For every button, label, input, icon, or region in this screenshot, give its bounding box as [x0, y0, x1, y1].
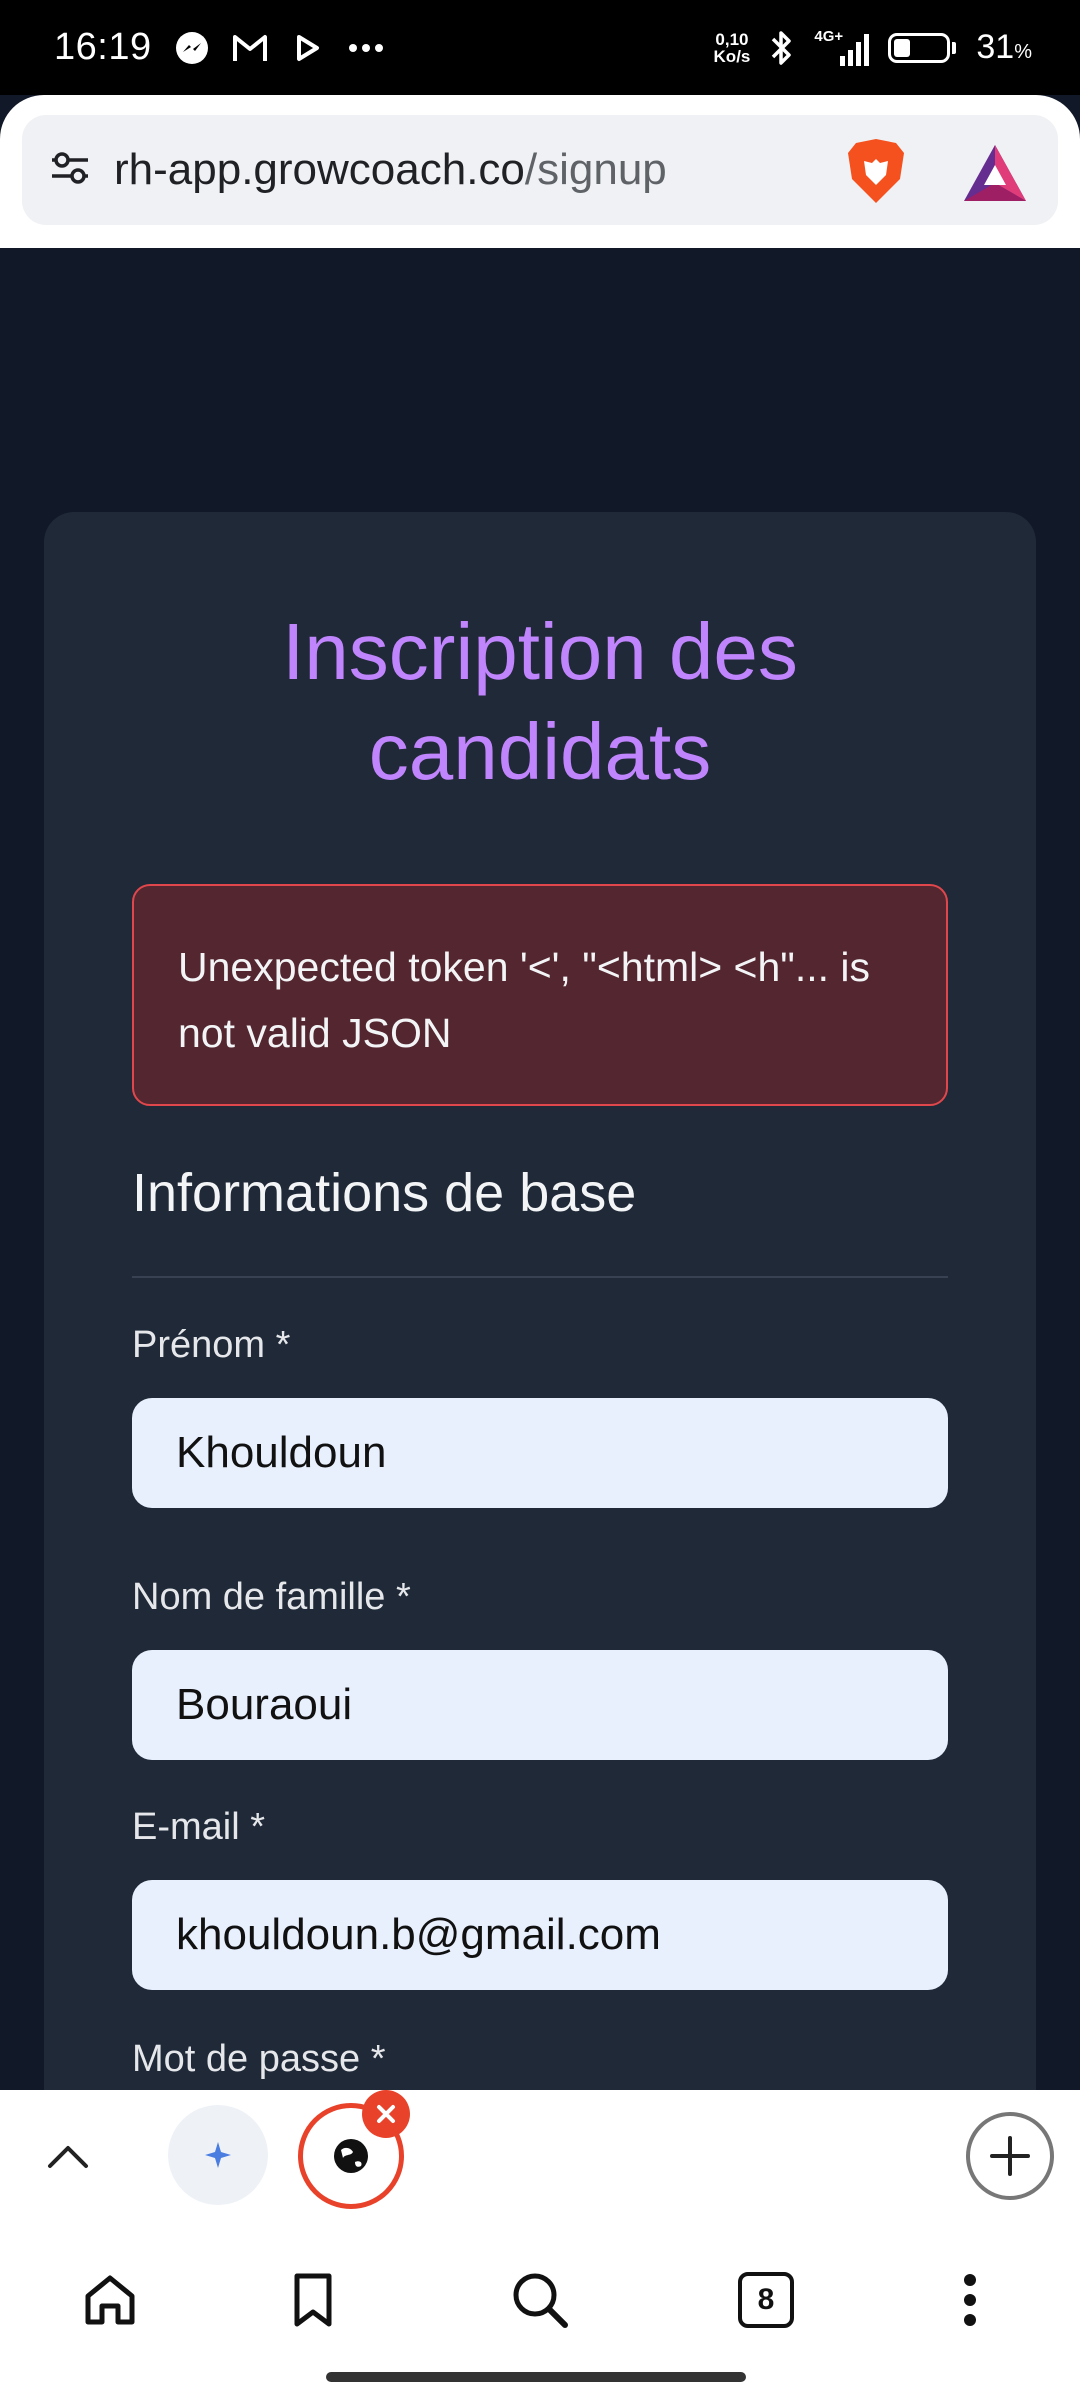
- brave-shields-icon[interactable]: [844, 137, 908, 205]
- address-bar[interactable]: rh-app.growcoach.co/signup: [22, 115, 1058, 225]
- battery-icon: [888, 32, 957, 63]
- messenger-icon: [174, 30, 210, 66]
- error-alert: Unexpected token '<', "<html> <h"... is …: [132, 884, 948, 1106]
- signup-card: Inscription des candidats Unexpected tok…: [44, 512, 1036, 2090]
- url-text[interactable]: rh-app.growcoach.co/signup: [114, 145, 667, 195]
- tab-chip-ai[interactable]: [168, 2105, 268, 2205]
- status-time: 16:19: [54, 26, 152, 68]
- gmail-icon: [232, 30, 268, 66]
- bluetooth-icon: [764, 30, 800, 66]
- browser-toolbar: rh-app.growcoach.co/signup: [0, 95, 1080, 248]
- chevron-up-icon[interactable]: [40, 2130, 96, 2186]
- more-menu-icon[interactable]: [930, 2260, 1010, 2340]
- page-title: Inscription des candidats: [282, 607, 798, 796]
- sparkle-icon: [205, 2142, 231, 2168]
- last-name-label: Nom de famille *: [132, 1576, 411, 1618]
- bottom-toolbar: 8: [0, 2090, 1080, 2400]
- new-tab-button[interactable]: [966, 2112, 1054, 2200]
- more-dots-icon: [348, 30, 384, 66]
- status-bar: 16:19 0,10 Ko/s 4G+ 31%: [0, 0, 1080, 95]
- first-name-input[interactable]: [132, 1398, 948, 1508]
- home-icon[interactable]: [70, 2260, 150, 2340]
- tab-switcher-button[interactable]: 8: [726, 2260, 806, 2340]
- tab-strip: [0, 2090, 1080, 2220]
- email-label: E-mail *: [132, 1806, 266, 1848]
- gesture-bar[interactable]: [326, 2372, 746, 2382]
- bookmark-icon[interactable]: [273, 2260, 353, 2340]
- site-settings-icon[interactable]: [48, 148, 92, 193]
- signal-icon: 4G+: [814, 28, 874, 68]
- password-label: Mot de passe *: [132, 2038, 386, 2080]
- navigation-row: 8: [0, 2260, 1080, 2360]
- bat-rewards-icon[interactable]: [962, 143, 1028, 203]
- close-tab-icon[interactable]: [362, 2090, 410, 2138]
- battery-percent: 31%: [976, 28, 1032, 66]
- section-divider: [132, 1276, 948, 1278]
- section-title: Informations de base: [132, 1163, 637, 1223]
- first-name-label: Prénom *: [132, 1324, 291, 1366]
- play-icon: [290, 30, 326, 66]
- web-page: Inscription des candidats Unexpected tok…: [0, 248, 1080, 2090]
- email-input[interactable]: [132, 1880, 948, 1990]
- globe-icon: [334, 2139, 368, 2173]
- plus-icon: [990, 2136, 1030, 2176]
- search-icon[interactable]: [500, 2260, 580, 2340]
- network-speed: 0,10 Ko/s: [713, 29, 751, 66]
- last-name-input[interactable]: [132, 1650, 948, 1760]
